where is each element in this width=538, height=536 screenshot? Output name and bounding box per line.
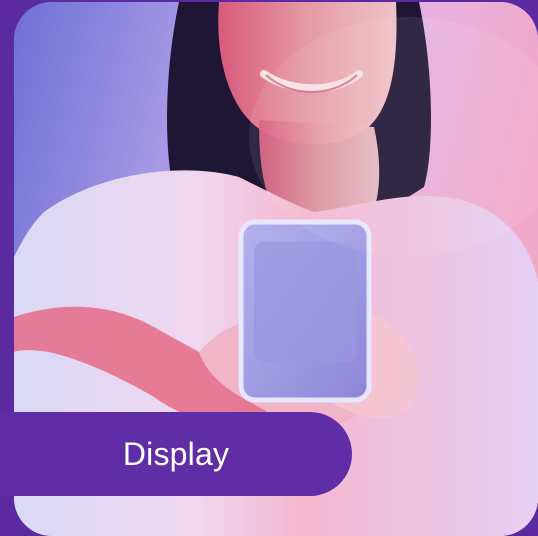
feature-tile[interactable]: Display (0, 0, 538, 536)
tile-label-text: Display (122, 435, 230, 472)
tile-label-pill: Display (0, 412, 352, 496)
